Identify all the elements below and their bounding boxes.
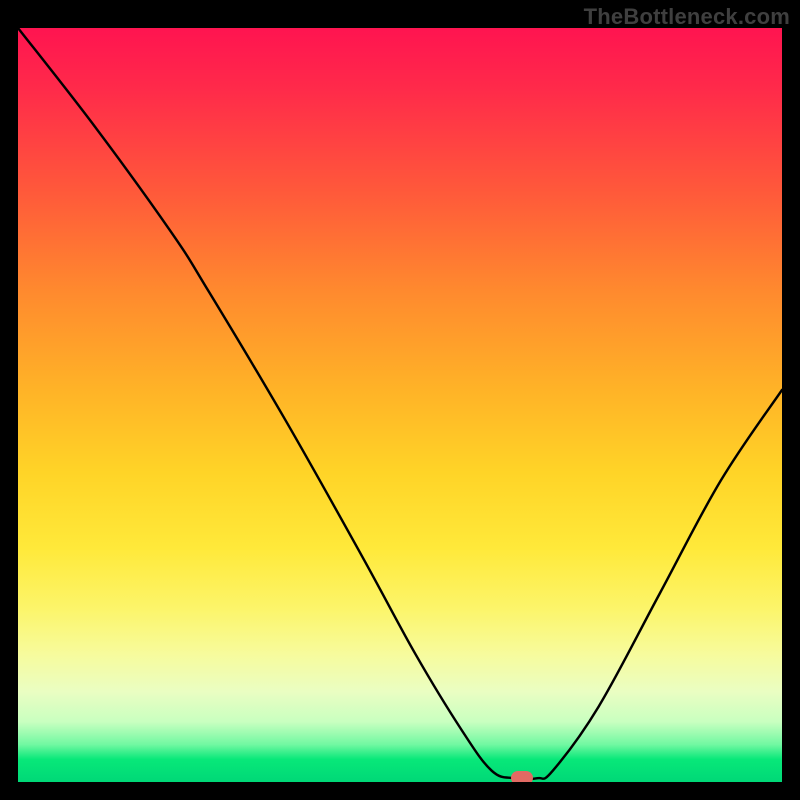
minimum-marker [511,771,533,782]
plot-area [18,28,782,782]
chart-frame: TheBottleneck.com [0,0,800,800]
watermark-text: TheBottleneck.com [584,4,790,30]
bottleneck-curve [18,28,782,782]
